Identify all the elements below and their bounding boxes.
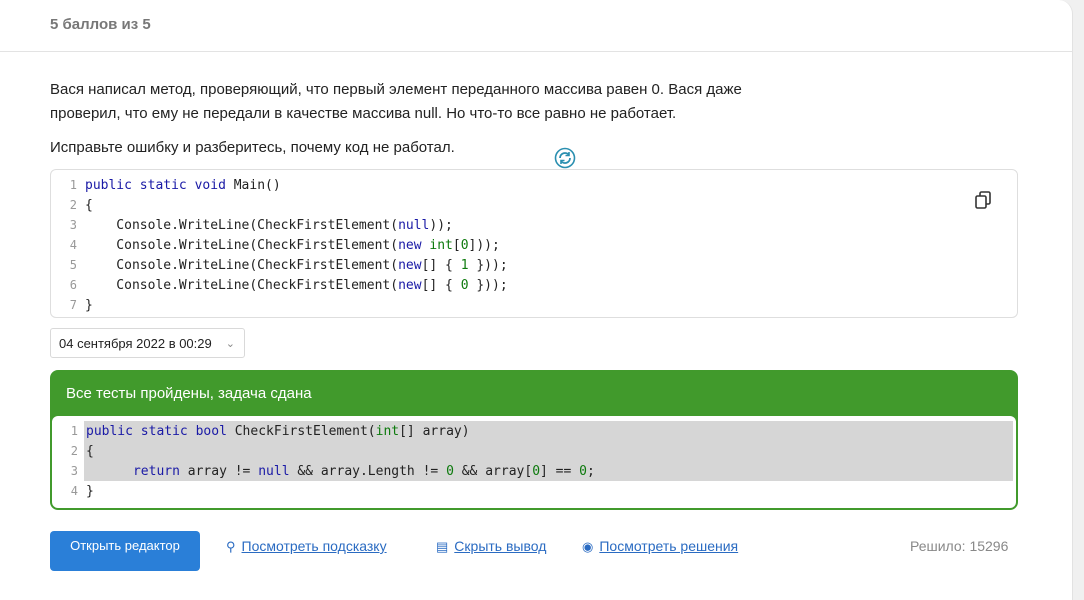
code-line: 3 return array != null && array.Length !… — [52, 461, 595, 481]
hide-output-label: Скрыть вывод — [454, 538, 547, 554]
line-number: 2 — [70, 444, 78, 458]
code-line: 2{ — [51, 195, 508, 215]
code-text: { — [85, 198, 93, 213]
code-text: return array != null && array.Length != … — [132, 464, 595, 479]
code-lines: 1 public static bool CheckFirstElement(in… — [52, 421, 595, 501]
solved-count: Решило: 15296 — [910, 538, 1009, 554]
result-panel: Все тесты пройдены, задача сдана 1 public… — [50, 370, 1018, 510]
code-line: 7} — [51, 295, 508, 315]
line-number: 1 — [70, 424, 78, 438]
line-number: 7 — [69, 298, 77, 312]
code-line: 4 Console.WriteLine(CheckFirstElement(ne… — [51, 235, 508, 255]
divider — [0, 51, 1072, 52]
output-icon: ▤ — [436, 539, 449, 554]
code-text: } — [85, 298, 93, 313]
code-text: Console.WriteLine(CheckFirstElement(new[… — [85, 278, 508, 293]
task-card: 5 баллов из 5 Вася написал метод, провер… — [0, 0, 1073, 600]
line-number: 4 — [69, 238, 77, 252]
code-text: public static void Main() — [85, 178, 281, 193]
code-viewer[interactable]: 1 public static void Main() 2{ 3 Console.… — [50, 169, 1018, 318]
line-number: 3 — [69, 218, 77, 232]
open-editor-button[interactable]: Открыть редактор — [50, 531, 200, 571]
line-number: 2 — [69, 198, 77, 212]
code-line: 3 Console.WriteLine(CheckFirstElement(nu… — [51, 215, 508, 235]
code-text: } — [86, 484, 94, 499]
line-number: 1 — [69, 178, 77, 192]
code-line: 6 Console.WriteLine(CheckFirstElement(ne… — [51, 275, 508, 295]
code-line: 4} — [52, 481, 595, 501]
view-solutions-label: Посмотреть решения — [599, 538, 739, 554]
show-hint-label: Посмотреть подсказку — [241, 538, 387, 554]
hide-output-link[interactable]: ▤ Скрыть вывод — [436, 538, 546, 555]
task-instruction: Исправьте ошибку и разберитесь, почему к… — [50, 139, 455, 156]
code-text: Console.WriteLine(CheckFirstElement(null… — [85, 218, 453, 233]
code-text: Console.WriteLine(CheckFirstElement(new[… — [85, 258, 508, 273]
code-text: { — [86, 444, 94, 459]
line-number: 3 — [70, 464, 78, 478]
chevron-down-icon: ⌄ — [225, 338, 235, 350]
hint-icon: ⚲ — [226, 539, 236, 554]
code-text: public static bool CheckFirstElement(int… — [86, 424, 470, 439]
code-line: 2{ — [52, 441, 595, 461]
solution-code-viewer[interactable]: 1 public static bool CheckFirstElement(in… — [52, 416, 1016, 508]
code-lines: 1 public static void Main() 2{ 3 Console.… — [51, 175, 508, 315]
line-number: 6 — [69, 278, 77, 292]
submission-date-select[interactable]: 04 сентября 2022 в 00:29 ⌄ — [50, 328, 245, 358]
task-description: Вася написал метод, проверяющий, что пер… — [50, 81, 742, 122]
spinner-icon — [554, 147, 576, 169]
code-text: Console.WriteLine(CheckFirstElement(new … — [85, 238, 500, 253]
score-label: 5 баллов из 5 — [50, 16, 151, 33]
line-number: 4 — [70, 484, 78, 498]
submission-date: 04 сентября 2022 в 00:29 — [59, 336, 212, 351]
view-solutions-link[interactable]: ◉ Посмотреть решения — [582, 538, 738, 555]
eye-icon: ◉ — [582, 539, 594, 554]
show-hint-link[interactable]: ⚲ Посмотреть подсказку — [226, 538, 387, 555]
code-line: 1 public static void Main() — [51, 175, 508, 195]
line-number: 5 — [69, 258, 77, 272]
result-title: Все тесты пройдены, задача сдана — [66, 385, 312, 402]
copy-icon[interactable] — [973, 190, 993, 210]
code-line: 1 public static bool CheckFirstElement(in… — [52, 421, 595, 441]
code-line: 5 Console.WriteLine(CheckFirstElement(ne… — [51, 255, 508, 275]
